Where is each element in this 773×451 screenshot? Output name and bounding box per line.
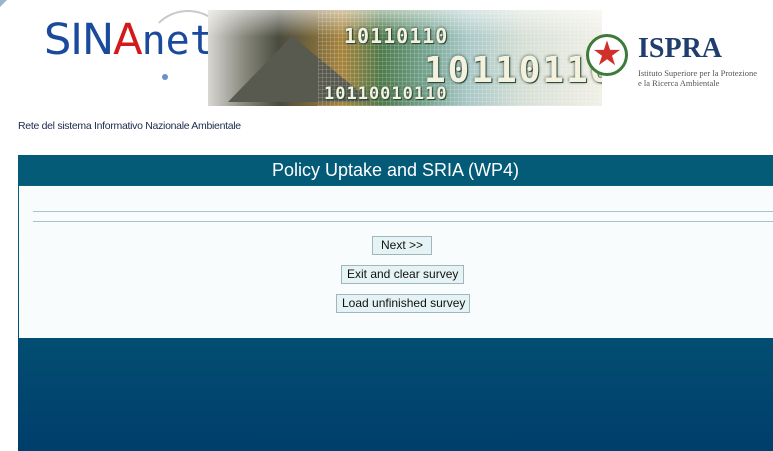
logo-dot-decoration xyxy=(162,74,168,80)
divider-bottom xyxy=(33,221,773,222)
divider-top xyxy=(33,211,773,212)
ispra-subtitle-line-2: e la Ricerca Ambientale xyxy=(638,78,720,88)
banner-binary-text: 10110110 xyxy=(344,24,449,48)
banner-binary-text-large: 10110110 xyxy=(424,50,602,91)
site-header: SINAnet 10110110 10110110 10110010110 ★ … xyxy=(18,8,773,108)
survey-panel: Policy Uptake and SRIA (WP4) Next >> Exi… xyxy=(18,155,773,451)
survey-body: Next >> Exit and clear survey Load unfin… xyxy=(19,186,773,338)
logo-part-net: net xyxy=(141,18,214,64)
banner-binary-text-low: 10110010110 xyxy=(324,84,448,104)
italian-republic-emblem-icon: ★ xyxy=(586,34,628,76)
load-unfinished-survey-button[interactable]: Load unfinished survey xyxy=(336,294,470,313)
ispra-subtitle-line-1: Istituto Superiore per la Protezione xyxy=(638,68,757,78)
corner-marker xyxy=(0,0,7,7)
logo-part-a: A xyxy=(113,15,142,65)
ispra-logo-subtitle: Istituto Superiore per la Protezione e l… xyxy=(638,68,773,88)
network-tagline: Rete del sistema Informativo Nazionale A… xyxy=(18,120,241,132)
survey-title: Policy Uptake and SRIA (WP4) xyxy=(18,155,773,185)
ispra-logo-title: ISPRA xyxy=(638,33,723,64)
logo-part-sin: SIN xyxy=(44,15,114,65)
next-button[interactable]: Next >> xyxy=(372,236,432,255)
sinanet-logo: SINAnet xyxy=(44,16,214,65)
exit-clear-survey-button[interactable]: Exit and clear survey xyxy=(341,265,464,284)
header-banner-image: 10110110 10110110 10110010110 xyxy=(208,10,602,106)
